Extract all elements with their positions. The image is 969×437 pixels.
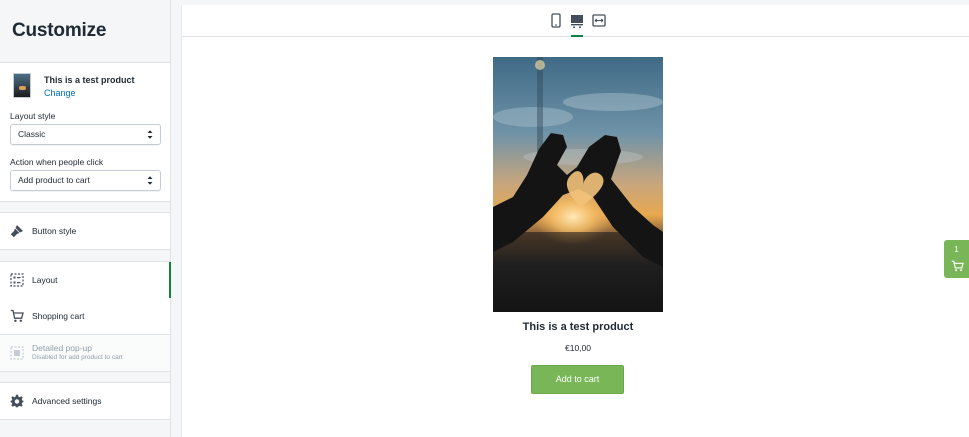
desktop-view-icon[interactable] xyxy=(569,12,585,30)
sidebar-item-label: Detailed pop-up xyxy=(32,343,93,353)
sidebar-item-label: Shopping cart xyxy=(32,311,85,321)
action-click-value: Add product to cart xyxy=(18,175,90,185)
cart-icon xyxy=(951,260,964,272)
customize-sidebar: Customize This is a test product Change … xyxy=(0,0,171,437)
device-toolbar xyxy=(182,5,969,37)
cart-icon xyxy=(10,309,24,322)
floating-cart-button[interactable]: 1 xyxy=(944,240,969,278)
sidebar-item-sublabel: Disabled for add product to cart xyxy=(32,354,123,361)
product-name: This is a test product xyxy=(44,75,135,85)
sidebar-item-label: Advanced settings xyxy=(32,396,102,406)
product-thumbnail xyxy=(13,73,31,98)
cart-count-badge: 1 xyxy=(954,245,959,254)
divider xyxy=(0,371,170,372)
layout-style-select[interactable]: Classic xyxy=(10,124,161,145)
action-click-label: Action when people click xyxy=(10,157,104,167)
sidebar-item-label: Layout xyxy=(32,275,58,285)
sidebar-item-shopping-cart[interactable]: Shopping cart xyxy=(0,298,170,334)
layout-style-label: Layout style xyxy=(10,111,56,121)
sidebar-item-layout[interactable]: Layout xyxy=(0,262,171,298)
preview-area: This is a test product €10,00 Add to car… xyxy=(181,5,969,437)
divider xyxy=(0,249,170,250)
product-image xyxy=(493,57,663,312)
select-arrows-icon xyxy=(147,176,153,185)
fullwidth-view-icon[interactable] xyxy=(591,12,607,30)
active-indicator xyxy=(169,262,171,298)
mobile-view-icon[interactable] xyxy=(548,12,564,30)
paint-brush-icon xyxy=(10,225,23,238)
popup-icon xyxy=(10,346,24,360)
gear-icon xyxy=(10,394,24,408)
product-price: €10,00 xyxy=(565,343,591,353)
layout-style-value: Classic xyxy=(18,129,46,139)
action-click-select[interactable]: Add product to cart xyxy=(10,170,161,191)
product-title: This is a test product xyxy=(522,321,634,333)
sidebar-item-button-style[interactable]: Button style xyxy=(0,213,170,249)
sidebar-title: Customize xyxy=(12,20,107,41)
sidebar-item-label: Button style xyxy=(32,226,77,236)
sidebar-item-advanced-settings[interactable]: Advanced settings xyxy=(0,383,170,419)
divider xyxy=(0,419,170,420)
sidebar-item-detailed-popup: Detailed pop-up Disabled for add product… xyxy=(0,335,170,371)
select-arrows-icon xyxy=(147,130,153,139)
layout-icon xyxy=(10,273,24,287)
product-settings-panel: This is a test product Change Layout sty… xyxy=(0,62,170,202)
active-view-indicator xyxy=(571,35,583,37)
change-product-link[interactable]: Change xyxy=(44,88,76,98)
add-to-cart-button[interactable]: Add to cart xyxy=(531,365,624,394)
